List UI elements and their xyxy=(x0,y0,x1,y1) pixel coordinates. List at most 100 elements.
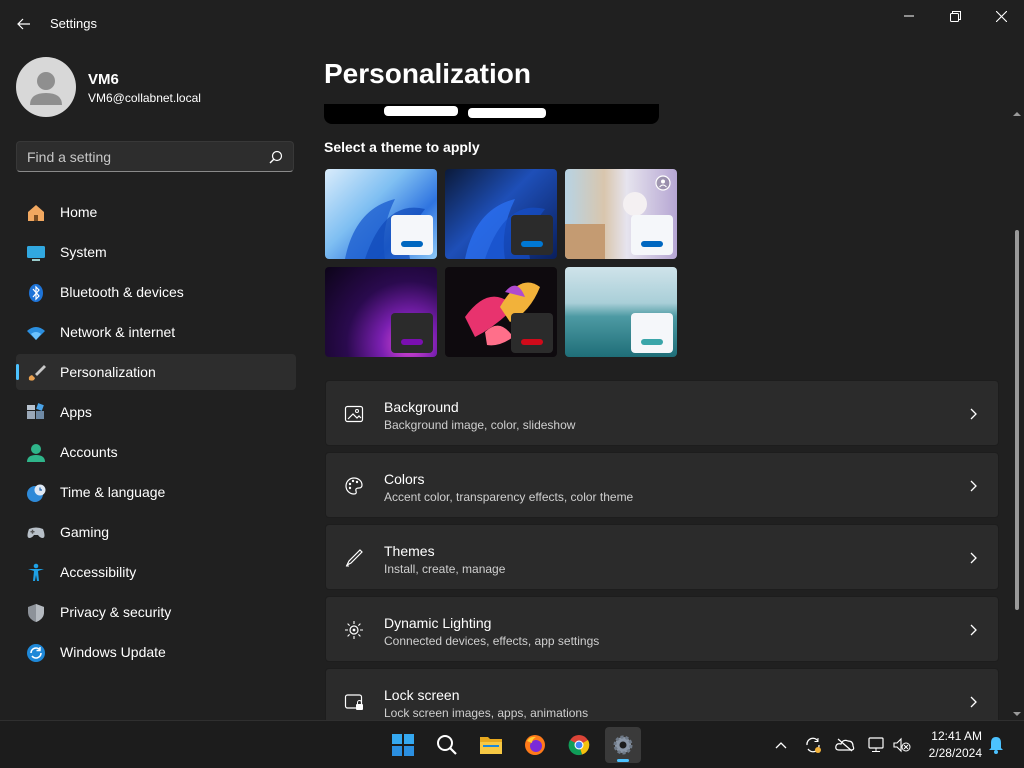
file-explorer-icon xyxy=(480,737,502,754)
theme-window-preview xyxy=(631,313,673,353)
scroll-thumb[interactable] xyxy=(1015,230,1019,610)
theme-tile-spotlight[interactable] xyxy=(565,169,677,259)
clock-date[interactable]: 2/28/2024 xyxy=(920,746,982,760)
tray-sync[interactable] xyxy=(803,735,823,755)
colors-card[interactable]: Colors Accent color, transparency effect… xyxy=(325,452,999,518)
sidebar-item-personalization[interactable]: Personalization xyxy=(16,354,296,390)
chrome-icon xyxy=(568,735,590,756)
tray-network[interactable] xyxy=(866,735,886,755)
taskbar-settings[interactable] xyxy=(605,727,641,763)
sidebar-item-gaming[interactable]: Gaming xyxy=(16,514,296,550)
sidebar-item-label: Personalization xyxy=(60,364,156,380)
back-button[interactable] xyxy=(12,12,36,36)
sidebar-nav: Home System Bluetooth & devices Network … xyxy=(16,194,296,674)
shield-icon xyxy=(28,604,44,622)
chevron-right-icon xyxy=(970,552,977,564)
taskbar-search-button[interactable] xyxy=(429,727,465,763)
preview-shape xyxy=(468,108,546,118)
image-icon xyxy=(344,405,364,423)
system-icon xyxy=(27,246,45,261)
clock-time[interactable]: 12:41 AM xyxy=(920,729,982,743)
sidebar-item-bluetooth[interactable]: Bluetooth & devices xyxy=(16,274,296,310)
theme-accent-bar xyxy=(401,339,423,345)
profile-name: VM6 xyxy=(88,71,119,88)
user-avatar-icon xyxy=(30,72,62,105)
close-button[interactable] xyxy=(978,0,1024,32)
close-icon xyxy=(995,10,1007,22)
card-title: Colors xyxy=(384,471,425,487)
theme-accent-bar xyxy=(401,241,423,247)
background-card[interactable]: Background Background image, color, slid… xyxy=(325,380,999,446)
sidebar-item-apps[interactable]: Apps xyxy=(16,394,296,430)
dynamic-lighting-card[interactable]: Dynamic Lighting Connected devices, effe… xyxy=(325,596,999,662)
themes-card[interactable]: Themes Install, create, manage xyxy=(325,524,999,590)
scroll-down-arrow-icon[interactable] xyxy=(1012,710,1022,718)
sidebar-item-time-language[interactable]: Time & language xyxy=(16,474,296,510)
title-bar: Settings xyxy=(0,0,1024,48)
card-description: Lock screen images, apps, animations xyxy=(384,706,589,720)
theme-tile-windows-light[interactable] xyxy=(325,169,437,259)
chevron-right-icon xyxy=(970,624,977,636)
preview-shape xyxy=(384,106,458,116)
scroll-up-arrow-icon[interactable] xyxy=(1012,110,1022,118)
lock-screen-card[interactable]: Lock screen Lock screen images, apps, an… xyxy=(325,668,999,720)
theme-preview xyxy=(324,104,659,124)
sync-icon xyxy=(806,737,821,753)
lock-screen-icon xyxy=(344,694,363,710)
sidebar-item-label: Time & language xyxy=(60,484,166,500)
avatar[interactable] xyxy=(16,57,76,117)
minimize-button[interactable] xyxy=(886,0,932,32)
sidebar-item-accessibility[interactable]: Accessibility xyxy=(16,554,296,590)
brush-icon xyxy=(28,365,46,381)
sidebar-item-privacy[interactable]: Privacy & security xyxy=(16,594,296,630)
tray-onedrive[interactable] xyxy=(835,735,855,755)
card-description: Install, create, manage xyxy=(384,562,506,576)
pen-icon xyxy=(345,549,363,567)
card-title: Lock screen xyxy=(384,687,460,703)
firefox-icon xyxy=(525,735,545,755)
clock-globe-icon xyxy=(27,484,46,502)
restore-button[interactable] xyxy=(932,0,978,32)
start-button[interactable] xyxy=(385,727,421,763)
sidebar-item-label: Home xyxy=(60,204,98,220)
sidebar-item-system[interactable]: System xyxy=(16,234,296,270)
taskbar: 12:41 AM 2/28/2024 xyxy=(0,720,1024,768)
search-icon xyxy=(437,735,457,755)
scrollbar[interactable] xyxy=(1011,110,1024,718)
apps-icon xyxy=(27,403,44,419)
chevron-up-icon xyxy=(775,742,787,749)
theme-tile-flow[interactable] xyxy=(445,267,557,357)
chevron-right-icon xyxy=(970,408,977,420)
theme-tile-windows-dark[interactable] xyxy=(445,169,557,259)
lighting-icon xyxy=(345,621,363,639)
start-icon xyxy=(392,734,414,756)
sidebar-item-accounts[interactable]: Accounts xyxy=(16,434,296,470)
themes-grid xyxy=(325,169,685,361)
show-hidden-icons-button[interactable] xyxy=(771,735,791,755)
sidebar-item-label: Gaming xyxy=(60,524,110,540)
sidebar-item-network[interactable]: Network & internet xyxy=(16,314,296,350)
theme-window-preview xyxy=(391,215,433,255)
sidebar-item-label: Network & internet xyxy=(60,324,176,340)
palette-icon xyxy=(345,477,363,495)
sidebar-item-home[interactable]: Home xyxy=(16,194,296,230)
chevron-right-icon xyxy=(970,480,977,492)
tray-volume[interactable] xyxy=(892,735,912,755)
taskbar-chrome[interactable] xyxy=(561,727,597,763)
spotlight-badge-icon xyxy=(655,175,671,191)
theme-tile-sunrise[interactable] xyxy=(565,267,677,357)
sidebar-item-windows-update[interactable]: Windows Update xyxy=(16,634,296,670)
back-arrow-icon xyxy=(17,18,30,30)
taskbar-firefox[interactable] xyxy=(517,727,553,763)
search-input[interactable] xyxy=(17,142,277,171)
theme-tile-captured-motion[interactable] xyxy=(325,267,437,357)
notification-center-button[interactable] xyxy=(986,735,1006,755)
themes-section-label: Select a theme to apply xyxy=(324,139,480,155)
minimize-icon xyxy=(904,15,914,17)
search-icon[interactable] xyxy=(269,150,283,164)
person-icon xyxy=(27,444,45,462)
taskbar-file-explorer[interactable] xyxy=(473,727,509,763)
card-description: Connected devices, effects, app settings xyxy=(384,634,600,648)
card-title: Themes xyxy=(384,543,435,559)
theme-accent-bar xyxy=(521,339,543,345)
